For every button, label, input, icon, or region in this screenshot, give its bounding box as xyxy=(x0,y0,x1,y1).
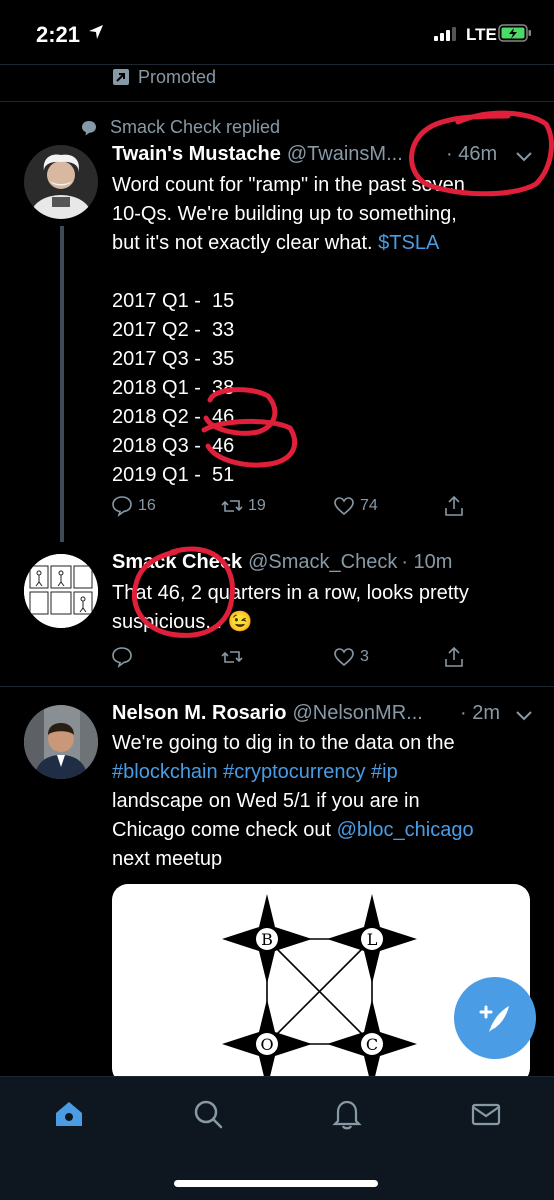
like-count: 74 xyxy=(360,497,378,514)
count-line: 2018 Q3 - 46 xyxy=(112,435,235,457)
tweet-text: That 46, 2 quarters in a row, looks pret… xyxy=(112,579,532,637)
compose-quill-icon xyxy=(479,1005,509,1032)
social-context-text: Smack Check replied xyxy=(110,117,281,137)
logo-letter-b: B xyxy=(261,930,273,949)
retweet-icon xyxy=(221,500,243,512)
bloc-logo-image: B L O C xyxy=(222,894,417,1084)
search-tab-icon[interactable] xyxy=(191,1097,225,1131)
mention-link[interactable]: @bloc_chicago xyxy=(337,819,474,841)
home-tab-icon[interactable] xyxy=(52,1097,86,1131)
winking-emoji: 😉 xyxy=(227,611,253,633)
reply-icon xyxy=(112,647,132,668)
retweet-button[interactable]: 19 xyxy=(220,494,266,518)
messages-tab-icon[interactable] xyxy=(469,1097,503,1131)
header-divider xyxy=(0,64,554,65)
like-button[interactable]: 74 xyxy=(332,494,378,518)
chevron-down-icon[interactable] xyxy=(516,152,532,162)
tweet-actions: 3 xyxy=(110,645,470,675)
avatar-nelson-rosario[interactable] xyxy=(24,705,98,779)
author-handle[interactable]: @Smack_Check xyxy=(248,551,397,574)
reply-bubble-icon xyxy=(82,120,96,135)
author-name[interactable]: Nelson M. Rosario xyxy=(112,702,286,725)
hashtag-links[interactable]: #blockchain #cryptocurrency #ip xyxy=(112,761,398,783)
count-line: 2019 Q1 - 51 xyxy=(112,464,235,486)
avatar-image xyxy=(24,145,98,219)
share-icon xyxy=(445,646,463,667)
logo-letter-c: C xyxy=(366,1035,378,1054)
author-name[interactable]: Smack Check xyxy=(112,551,242,574)
status-time: 2:21 xyxy=(36,22,81,47)
reply-count: 16 xyxy=(138,497,156,514)
heart-icon xyxy=(334,497,354,516)
logo-letter-o: O xyxy=(260,1035,273,1054)
like-count: 3 xyxy=(360,648,369,665)
promoted-icon xyxy=(113,69,129,85)
tweet-text-line: but it's not exactly clear what. xyxy=(112,232,379,254)
count-line: 2017 Q3 - 35 xyxy=(112,348,235,370)
tweet-text-line: 10-Qs. We're building up to something, xyxy=(112,203,457,225)
network-type: LTE xyxy=(466,25,497,44)
tweet-actions: 16 19 74 xyxy=(110,494,470,524)
tweet-time: · 2m xyxy=(460,702,500,724)
retweet-icon xyxy=(221,651,243,663)
compose-tweet-button[interactable] xyxy=(454,977,536,1059)
count-line: 2017 Q1 - 15 xyxy=(112,290,235,312)
status-bar: 2:21 LTE xyxy=(0,0,554,66)
tweet-text-line: next meetup xyxy=(112,848,223,870)
avatar-comic-image xyxy=(24,554,98,628)
tweet-divider xyxy=(0,686,554,687)
tweet-time: · 46m xyxy=(446,143,498,165)
share-button[interactable] xyxy=(442,494,470,518)
tweet-header: Smack Check @Smack_Check · 10m xyxy=(112,551,452,574)
tweet-header: Nelson M. Rosario @NelsonMR... xyxy=(112,702,423,725)
tweet-text: We're going to dig in to the data on the… xyxy=(112,729,532,874)
tweet-header: Twain's Mustache @TwainsM... xyxy=(112,143,403,166)
social-context: Smack Check replied xyxy=(80,117,280,138)
tweet-text-line: That 46, 2 quarters in a row, looks pret… xyxy=(112,582,469,604)
tweet-text-line: landscape on Wed 5/1 if you are in xyxy=(112,790,420,812)
reply-icon xyxy=(112,496,132,517)
home-indicator xyxy=(174,1180,378,1187)
retweet-button[interactable] xyxy=(220,645,248,669)
count-line: 2018 Q1 - 38 xyxy=(112,377,235,399)
avatar-smack-check[interactable] xyxy=(24,554,98,628)
like-button[interactable]: 3 xyxy=(332,645,369,669)
thread-line xyxy=(60,226,64,542)
notifications-tab-icon[interactable] xyxy=(330,1097,364,1131)
share-button[interactable] xyxy=(442,645,470,669)
location-arrow-icon xyxy=(89,25,103,39)
share-icon xyxy=(445,495,463,516)
chevron-down-icon[interactable] xyxy=(516,711,532,721)
tweet-media-card[interactable]: B L O C xyxy=(112,884,530,1084)
avatar-photo xyxy=(24,705,98,779)
logo-letter-l: L xyxy=(367,930,378,949)
tweet-text: Word count for "ramp" in the past seven … xyxy=(112,171,532,490)
cashtag-link[interactable]: $TSLA xyxy=(378,232,439,254)
reply-button[interactable] xyxy=(110,645,138,669)
promoted-label[interactable]: Promoted xyxy=(112,66,216,88)
tweet-time: · 10m xyxy=(401,551,453,573)
author-handle[interactable]: @TwainsM... xyxy=(287,143,403,166)
heart-icon xyxy=(334,648,354,667)
avatar-twains-mustache[interactable] xyxy=(24,145,98,219)
tweet-text-line: We're going to dig in to the data on the xyxy=(112,732,455,754)
tweet-text-line: Chicago come check out xyxy=(112,819,337,841)
tweet-text-line: suspicious... xyxy=(112,611,228,633)
battery-charging-icon xyxy=(498,24,531,42)
count-line: 2017 Q2 - 33 xyxy=(112,319,235,341)
retweet-count: 19 xyxy=(248,497,266,514)
tweet-divider xyxy=(0,101,554,102)
promoted-text: Promoted xyxy=(138,66,217,87)
cell-signal-icon xyxy=(434,27,456,41)
author-handle[interactable]: @NelsonMR... xyxy=(292,702,422,725)
reply-button[interactable]: 16 xyxy=(110,494,156,518)
tweet-text-line: Word count for "ramp" in the past seven xyxy=(112,174,465,196)
count-line: 2018 Q2 - 46 xyxy=(112,406,235,428)
author-name[interactable]: Twain's Mustache xyxy=(112,143,281,166)
